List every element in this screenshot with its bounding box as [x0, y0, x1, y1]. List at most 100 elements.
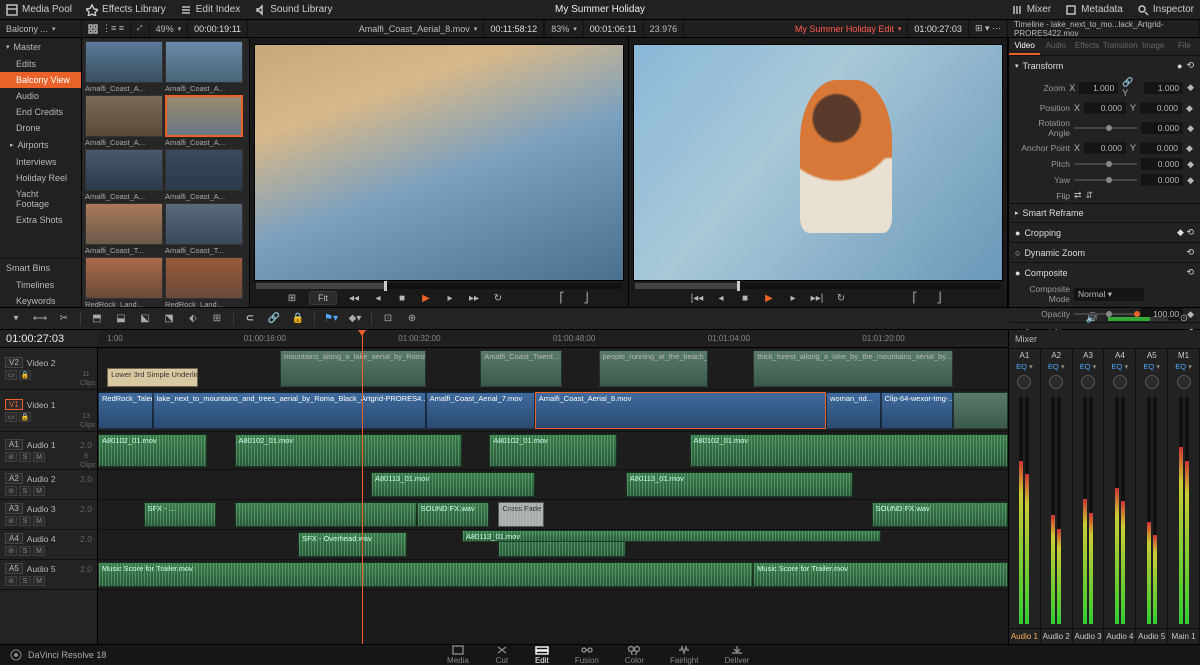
audio-clip[interactable]: SFX - Overhead.wav: [298, 532, 407, 557]
bin-end-credits[interactable]: End Credits: [0, 104, 81, 120]
track-header-a5[interactable]: A5Audio 52.0 ⊘SM: [0, 560, 97, 590]
match-frame-icon[interactable]: ⊞: [285, 291, 299, 305]
video-clip[interactable]: thick_forest_allong_a_lake_by_the_mounta…: [753, 350, 953, 387]
audio-clip[interactable]: A80102_01.mov: [489, 434, 616, 467]
pan-knob[interactable]: [1113, 375, 1127, 389]
trim-tool-icon[interactable]: ⟷: [32, 311, 48, 327]
inspector-tab-video[interactable]: Video: [1009, 38, 1040, 55]
fader[interactable]: [1009, 393, 1040, 628]
clip-thumbnail[interactable]: Amalfi_Coast_T...: [165, 203, 243, 255]
video-clip[interactable]: mountains_along_a_lake_aerial_by_Roma...: [280, 350, 426, 387]
bin-view-icons[interactable]: ⋮≡ ≡: [82, 20, 131, 37]
smart-reframe-header[interactable]: ▸Smart Reframe: [1009, 204, 1200, 222]
bin-drone[interactable]: Drone: [0, 120, 81, 136]
video-clip[interactable]: Amalfi_Coast_Aerial_7.mov: [426, 392, 535, 429]
video-clip[interactable]: Clip-64-wexor-tmg-...: [881, 392, 954, 429]
loop-icon[interactable]: ↻: [491, 291, 505, 305]
clip-thumbnail[interactable]: Amalfi_Coast_A...: [85, 41, 163, 93]
inspector-tab-effects[interactable]: Effects: [1071, 38, 1102, 55]
mixer-channel-a3[interactable]: A3EQ ▾Audio 3: [1073, 349, 1105, 644]
mixer-channel-a1[interactable]: A1EQ ▾Audio 1: [1009, 349, 1041, 644]
composite-header[interactable]: ● Composite⟲: [1009, 263, 1200, 282]
clip-thumbnail[interactable]: Amalfi_Coast_A...: [165, 149, 243, 201]
master-bin[interactable]: ▾Master: [0, 38, 81, 56]
audio-clip[interactable]: A80102_01.mov: [235, 434, 463, 467]
mixer-channel-m1[interactable]: M1EQ ▾Main 1: [1168, 349, 1200, 644]
mark-in-icon[interactable]: ⎡: [908, 291, 922, 305]
pitch-slider[interactable]: [1074, 163, 1137, 165]
smartbin-keywords[interactable]: Keywords: [0, 293, 81, 309]
clip-thumbnail-selected[interactable]: Amalfi_Coast_A...: [165, 95, 243, 147]
pan-knob[interactable]: [1081, 375, 1095, 389]
next-frame-icon[interactable]: ▸: [443, 291, 457, 305]
video-clip[interactable]: woman_rid...: [826, 392, 881, 429]
page-color[interactable]: Color: [625, 645, 644, 665]
bin-audio[interactable]: Audio: [0, 88, 81, 104]
audio-clip[interactable]: A80113_01.mov: [626, 472, 854, 497]
inspector-tab-audio[interactable]: Audio: [1040, 38, 1071, 55]
audio-clip[interactable]: SFX - ...: [144, 502, 217, 527]
bin-airports[interactable]: ▸Airports: [0, 136, 81, 154]
bin-dropdown[interactable]: Balcony ... ▾: [0, 20, 82, 37]
tc-options[interactable]: ⊞ ▾ ⋯: [969, 20, 1008, 37]
link-icon[interactable]: 🔗: [266, 311, 282, 327]
smartbin-timelines[interactable]: Timelines: [0, 277, 81, 293]
fader[interactable]: [1041, 393, 1072, 628]
audio-clip[interactable]: A80113_01.mov: [371, 472, 535, 497]
bin-balcony-view[interactable]: Balcony View: [0, 72, 81, 88]
zoom-y-field[interactable]: 1.000: [1144, 82, 1183, 94]
pan-knob[interactable]: [1049, 375, 1063, 389]
audio-clip[interactable]: SOUND FX.wav: [872, 502, 1009, 527]
loop-icon[interactable]: ↻: [834, 291, 848, 305]
effects-library-tab[interactable]: Effects Library: [86, 4, 166, 16]
metadata-tab[interactable]: Metadata: [1065, 4, 1123, 16]
anchor-x-field[interactable]: 0.000: [1084, 142, 1126, 154]
audio-clip[interactable]: Music Score for Trailer.mov: [753, 562, 1008, 587]
pan-knob[interactable]: [1145, 375, 1159, 389]
video-clip[interactable]: people_running_at_the_beach_in_brig...: [599, 350, 708, 387]
blade-tool-icon[interactable]: ✂: [56, 311, 72, 327]
zoom-x-field[interactable]: 1.000: [1079, 82, 1118, 94]
mixer-tab[interactable]: Mixer: [1011, 4, 1051, 16]
video-clip[interactable]: lake_next_to_mountains_and_trees_aerial_…: [153, 392, 426, 429]
bin-extra-shots[interactable]: Extra Shots: [0, 212, 81, 228]
mixer-channel-a5[interactable]: A5EQ ▾Audio 5: [1136, 349, 1168, 644]
play-icon[interactable]: ▶: [762, 291, 776, 305]
bin-interviews[interactable]: Interviews: [0, 154, 81, 170]
next-edit-icon[interactable]: ▸▸|: [810, 291, 824, 305]
sound-library-tab[interactable]: Sound Library: [254, 4, 332, 16]
stop-icon[interactable]: ■: [738, 291, 752, 305]
mark-out-icon[interactable]: ⎦: [932, 291, 946, 305]
fader[interactable]: [1073, 393, 1104, 628]
stop-icon[interactable]: ■: [395, 291, 409, 305]
volume-slider[interactable]: [1108, 317, 1168, 321]
audio-clip[interactable]: [235, 502, 417, 527]
rotation-slider[interactable]: [1074, 127, 1137, 129]
clip-thumbnail[interactable]: Amalfi_Coast_T...: [85, 203, 163, 255]
track-header-a2[interactable]: A2Audio 22.0 ⊘SM: [0, 470, 97, 500]
fit-to-fill-icon[interactable]: ⬔: [161, 311, 177, 327]
source-scrubber[interactable]: [256, 283, 622, 289]
anchor-y-field[interactable]: 0.000: [1140, 142, 1182, 154]
prev-frame-icon[interactable]: ◂: [714, 291, 728, 305]
inspector-tab-transition[interactable]: Transition: [1103, 38, 1138, 55]
flip-v-icon[interactable]: ⇵: [1086, 190, 1094, 201]
opacity-slider[interactable]: [1074, 313, 1137, 315]
source-viewer[interactable]: [254, 44, 624, 281]
prev-frame-icon[interactable]: ◂: [371, 291, 385, 305]
playhead[interactable]: [362, 330, 363, 644]
video-clip[interactable]: RedRock_Talent_3...: [98, 392, 153, 429]
snapping-icon[interactable]: ⊂: [242, 311, 258, 327]
mark-in-icon[interactable]: ⎡: [555, 291, 569, 305]
track-header-a3[interactable]: A3Audio 32.0 ⊘SM: [0, 500, 97, 530]
video-clip[interactable]: Amalfi_Coast_Twent...: [480, 350, 562, 387]
ripple-overwrite-icon[interactable]: ⊞: [209, 311, 225, 327]
fader[interactable]: [1136, 393, 1167, 628]
rotation-field[interactable]: 0.000: [1141, 122, 1183, 134]
page-fusion[interactable]: Fusion: [575, 645, 599, 665]
mixer-channel-a4[interactable]: A4EQ ▾Audio 4: [1104, 349, 1136, 644]
pos-y-field[interactable]: 0.000: [1140, 102, 1182, 114]
dim-icon[interactable]: ⊙: [1176, 311, 1192, 327]
page-edit[interactable]: Edit: [535, 645, 549, 665]
clip-thumbnail[interactable]: RedRock_Land...: [85, 257, 163, 307]
